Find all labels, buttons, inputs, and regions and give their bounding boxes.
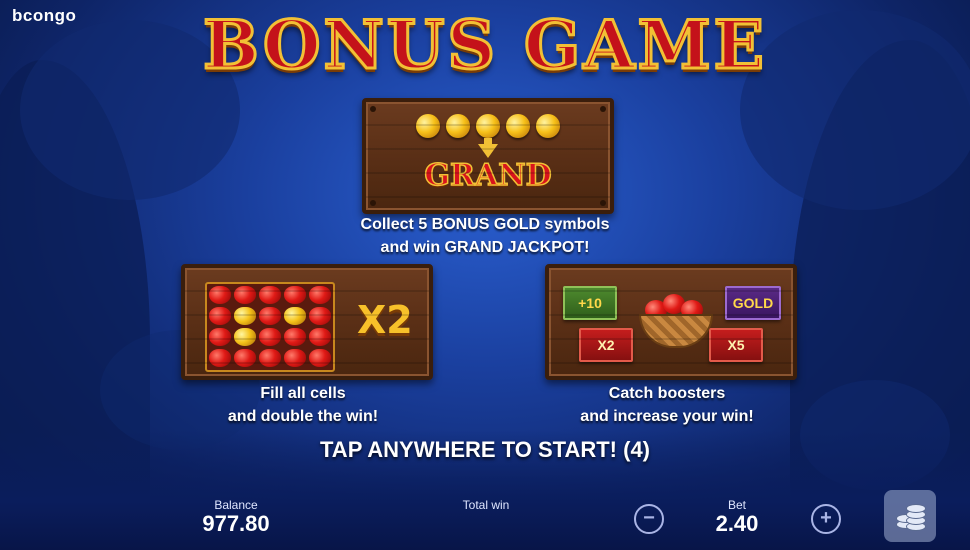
apple-icon (209, 349, 231, 367)
apple-icon (209, 307, 231, 325)
x5-booster: X5 (709, 328, 763, 362)
chips-button[interactable] (884, 490, 936, 542)
chip (906, 504, 926, 513)
apple-icon (284, 307, 306, 325)
fill-caption: Fill all cells and double the win! (178, 382, 428, 428)
apple-icon (284, 328, 306, 346)
boosters-panel: +10 GOLD X2 X5 (545, 264, 797, 380)
apple-icon (309, 328, 331, 346)
gold-booster: GOLD (725, 286, 781, 320)
caption-line: Fill all cells (260, 385, 346, 402)
fill-cells-panel: X2 (181, 264, 433, 380)
decrease-bet-button[interactable]: − (634, 504, 664, 534)
coin-icon (536, 114, 560, 138)
apple-icon (234, 286, 256, 304)
nail (370, 106, 376, 112)
basket-bowl (639, 314, 713, 348)
grand-label: GRAND (424, 157, 553, 194)
coin-icon (506, 114, 530, 138)
apple-icon (259, 307, 281, 325)
minus-icon: − (643, 507, 655, 529)
apple-icon (259, 328, 281, 346)
apple-icon (234, 307, 256, 325)
apple-icon (234, 349, 256, 367)
apple-icon (234, 328, 256, 346)
apple-icon (309, 349, 331, 367)
coin-icon (416, 114, 440, 138)
grand-caption: Collect 5 BONUS GOLD symbols and win GRA… (335, 213, 635, 259)
apple-icon (284, 286, 306, 304)
apple-icon (309, 286, 331, 304)
page-title: BONUS GAME (202, 5, 767, 86)
caption-line: and increase your win! (580, 408, 754, 425)
chips-stack-icon (894, 500, 926, 532)
apple-icon (284, 349, 306, 367)
coin-icon (476, 114, 500, 138)
x2-booster: X2 (579, 328, 633, 362)
plus-ten-booster: +10 (563, 286, 617, 320)
balance-value: 977.80 (202, 511, 270, 536)
tap-to-start-prompt[interactable]: TAP ANYWHERE TO START! (4) (0, 437, 970, 463)
caption-line: and win GRAND JACKPOT! (380, 239, 590, 256)
caption-line: Catch boosters (608, 385, 726, 402)
apple-icon (259, 286, 281, 304)
increase-bet-button[interactable]: + (811, 504, 841, 534)
apple-grid (205, 282, 335, 372)
multiplier-label: X2 (357, 298, 413, 342)
caption-line: Collect 5 BONUS GOLD symbols (360, 216, 610, 233)
nail (600, 200, 606, 206)
nail (600, 106, 606, 112)
basket-icon (639, 292, 713, 348)
plus-icon: + (820, 507, 832, 529)
grand-jackpot-panel: GRAND (362, 98, 614, 214)
balance-label: Balance (214, 498, 258, 512)
total-win-label: Total win (462, 498, 510, 512)
apple-icon (309, 307, 331, 325)
apple-icon (209, 328, 231, 346)
down-arrow-icon (478, 144, 498, 158)
apple-icon (259, 349, 281, 367)
bet-label: Bet (727, 498, 746, 512)
nail (370, 200, 376, 206)
bet-value: 2.40 (715, 511, 759, 536)
boosters-caption: Catch boosters and increase your win! (542, 382, 792, 428)
coin-icon (446, 114, 470, 138)
caption-line: and double the win! (227, 408, 379, 425)
apple-icon (209, 286, 231, 304)
